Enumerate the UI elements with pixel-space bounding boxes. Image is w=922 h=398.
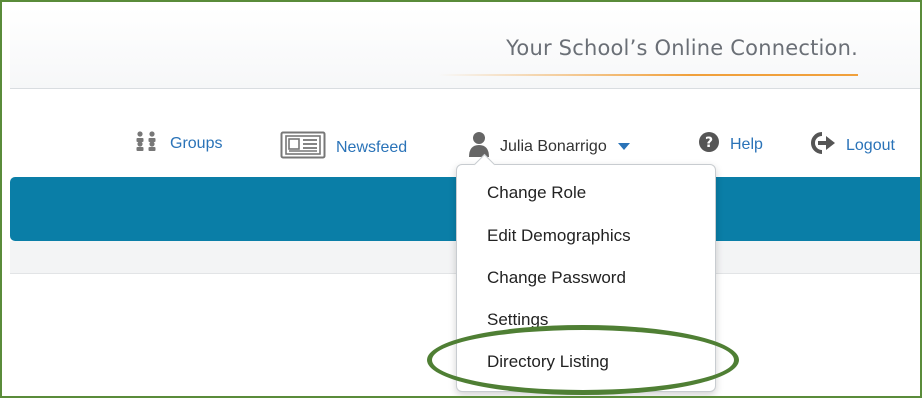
logout-icon: [808, 131, 836, 160]
newsfeed-icon: [280, 131, 326, 164]
nav-logout[interactable]: Logout: [808, 131, 895, 160]
user-dropdown-menu: Change Role Edit Demographics Change Pas…: [456, 153, 716, 392]
nav-groups-label: Groups: [170, 134, 223, 152]
help-icon: ?: [698, 131, 720, 158]
menu-item-settings[interactable]: Settings: [487, 310, 548, 330]
menu-item-change-role[interactable]: Change Role: [487, 183, 586, 203]
menu-item-edit-demographics[interactable]: Edit Demographics: [487, 226, 631, 246]
nav-help[interactable]: ? Help: [698, 131, 763, 158]
chevron-down-icon: [617, 138, 631, 156]
tagline-underline: [438, 74, 858, 76]
nav-newsfeed-label: Newsfeed: [336, 138, 408, 156]
school-tagline: Your School’s Online Connection.: [506, 36, 858, 60]
user-menu-toggle[interactable]: Julia Bonarrigo: [468, 131, 631, 162]
menu-item-directory-listing[interactable]: Directory Listing: [487, 352, 609, 372]
nav-groups[interactable]: Groups: [134, 131, 222, 156]
user-name: Julia Bonarrigo: [500, 137, 607, 155]
nav-logout-label: Logout: [846, 136, 895, 154]
menu-item-change-password[interactable]: Change Password: [487, 268, 626, 288]
svg-text:?: ?: [705, 135, 713, 151]
screenshot-frame: Your School’s Online Connection. Groups: [0, 0, 922, 398]
header-banner: Your School’s Online Connection.: [10, 8, 920, 88]
nav-help-label: Help: [730, 135, 763, 153]
nav-newsfeed[interactable]: Newsfeed: [280, 131, 407, 164]
groups-icon: [134, 131, 160, 156]
